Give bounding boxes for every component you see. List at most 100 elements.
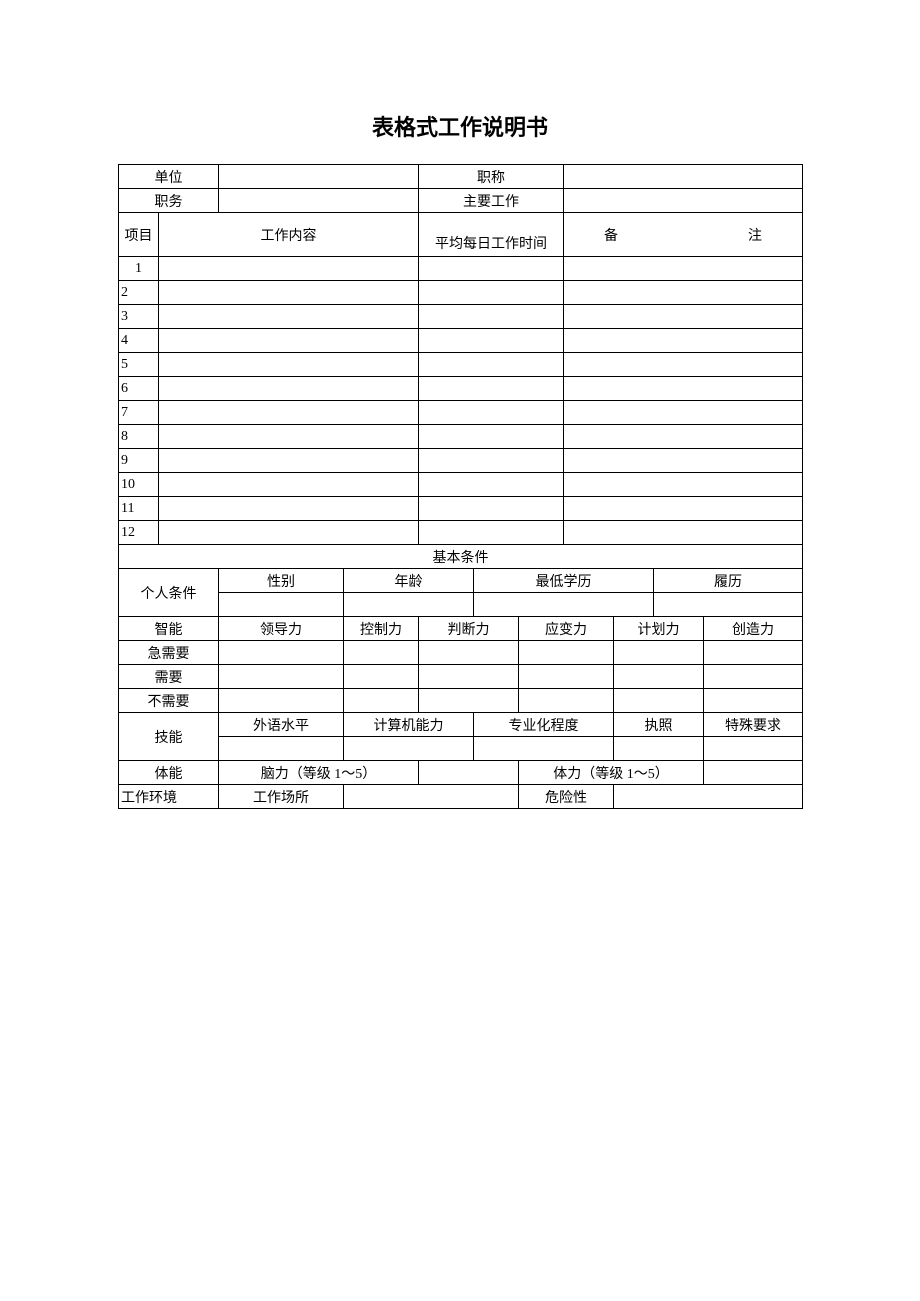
- cell: [159, 305, 419, 329]
- cell: [614, 689, 704, 713]
- value-danger: [614, 785, 803, 809]
- label-adaptability: 应变力: [519, 617, 614, 641]
- cell: [419, 401, 564, 425]
- label-env: 工作环境: [119, 785, 219, 809]
- cell: [614, 665, 704, 689]
- cell: [419, 689, 519, 713]
- cell: [419, 425, 564, 449]
- cell: [704, 737, 803, 761]
- cell: [419, 377, 564, 401]
- cell: [419, 449, 564, 473]
- value-age: [344, 593, 474, 617]
- row-num: 4: [119, 329, 159, 353]
- cell: [614, 641, 704, 665]
- label-project: 项目: [119, 213, 159, 257]
- row-num: 7: [119, 401, 159, 425]
- cell: [419, 329, 564, 353]
- label-intelligence: 智能: [119, 617, 219, 641]
- cell: [419, 305, 564, 329]
- cell: [344, 641, 419, 665]
- label-danger: 危险性: [519, 785, 614, 809]
- label-special: 特殊要求: [704, 713, 803, 737]
- cell: [564, 497, 803, 521]
- cell: [159, 521, 419, 545]
- job-description-table: 单位 职称 职务 主要工作 项目 工作内容 平均每日工作时间 备 注 1 2 3…: [118, 164, 803, 809]
- value-place: [344, 785, 519, 809]
- cell: [344, 665, 419, 689]
- cell: [159, 329, 419, 353]
- cell: [564, 257, 803, 281]
- cell: [419, 257, 564, 281]
- cell: [564, 449, 803, 473]
- label-remark: 备 注: [564, 213, 803, 257]
- cell: [219, 689, 344, 713]
- cell: [344, 737, 474, 761]
- row-num: 11: [119, 497, 159, 521]
- label-main-work: 主要工作: [419, 189, 564, 213]
- cell: [219, 737, 344, 761]
- cell: [564, 329, 803, 353]
- cell: [564, 353, 803, 377]
- label-resume: 履历: [654, 569, 803, 593]
- cell: [564, 425, 803, 449]
- value-min-edu: [474, 593, 654, 617]
- label-body: 体力（等级 1～5）: [519, 761, 704, 785]
- label-need: 需要: [119, 665, 219, 689]
- value-brain: [419, 761, 519, 785]
- row-num: 3: [119, 305, 159, 329]
- label-personal: 个人条件: [119, 569, 219, 617]
- cell: [419, 497, 564, 521]
- cell: [419, 665, 519, 689]
- cell: [419, 641, 519, 665]
- label-judgment: 判断力: [419, 617, 519, 641]
- row-num: 10: [119, 473, 159, 497]
- row-num: 8: [119, 425, 159, 449]
- cell: [159, 497, 419, 521]
- value-position: [219, 189, 419, 213]
- label-urgent: 急需要: [119, 641, 219, 665]
- label-work-content: 工作内容: [159, 213, 419, 257]
- cell: [419, 521, 564, 545]
- label-age: 年龄: [344, 569, 474, 593]
- cell: [159, 377, 419, 401]
- label-place: 工作场所: [219, 785, 344, 809]
- cell: [564, 281, 803, 305]
- label-gender: 性别: [219, 569, 344, 593]
- cell: [704, 665, 803, 689]
- cell: [519, 665, 614, 689]
- cell: [219, 665, 344, 689]
- label-not-need: 不需要: [119, 689, 219, 713]
- row-num: 2: [119, 281, 159, 305]
- label-computer: 计算机能力: [344, 713, 474, 737]
- label-planning: 计划力: [614, 617, 704, 641]
- cell: [159, 425, 419, 449]
- label-physical: 体能: [119, 761, 219, 785]
- cell: [564, 401, 803, 425]
- page-title: 表格式工作说明书: [118, 110, 802, 142]
- row-num: 9: [119, 449, 159, 473]
- cell: [159, 401, 419, 425]
- label-position: 职务: [119, 189, 219, 213]
- value-resume: [654, 593, 803, 617]
- label-creativity: 创造力: [704, 617, 803, 641]
- cell: [519, 641, 614, 665]
- cell: [564, 305, 803, 329]
- label-title-name: 职称: [419, 165, 564, 189]
- cell: [159, 449, 419, 473]
- cell: [419, 473, 564, 497]
- cell: [564, 521, 803, 545]
- label-brain: 脑力（等级 1～5）: [219, 761, 419, 785]
- cell: [159, 281, 419, 305]
- cell: [564, 473, 803, 497]
- value-unit: [219, 165, 419, 189]
- cell: [159, 353, 419, 377]
- cell: [159, 473, 419, 497]
- value-title-name: [564, 165, 803, 189]
- value-main-work: [564, 189, 803, 213]
- row-num: 5: [119, 353, 159, 377]
- row-num: 1: [119, 257, 159, 281]
- label-min-edu: 最低学历: [474, 569, 654, 593]
- cell: [614, 737, 704, 761]
- cell: [564, 377, 803, 401]
- cell: [219, 641, 344, 665]
